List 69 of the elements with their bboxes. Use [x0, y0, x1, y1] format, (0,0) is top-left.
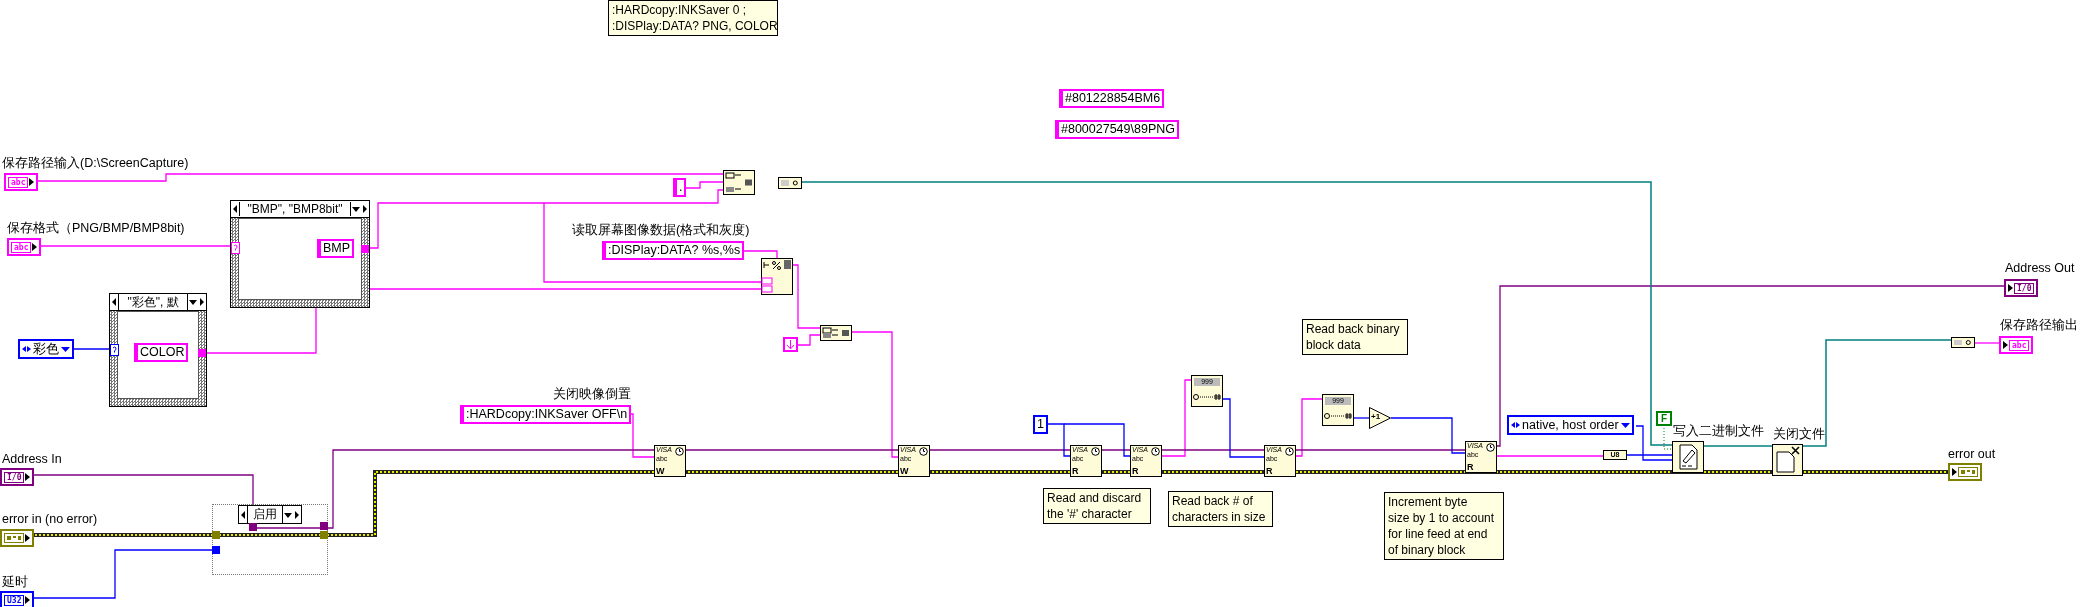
terminal[interactable]	[0, 529, 34, 547]
increment-arrows-icon[interactable]	[1511, 420, 1520, 430]
terminal[interactable]: I/0	[0, 468, 35, 486]
terminal-label: 保存路径输入(D:\ScreenCapture)	[2, 156, 189, 170]
enum-constant[interactable]: native, host order	[1507, 415, 1634, 435]
terminal-label: Address In	[2, 452, 62, 466]
terminal[interactable]: U32	[0, 591, 35, 607]
tunnel-icon	[198, 349, 206, 357]
terminal-label: 保存路径输出	[2000, 318, 2078, 332]
enum-constant[interactable]: 彩色	[18, 339, 74, 359]
close-file-node[interactable]	[1772, 444, 1803, 476]
boolean-constant: F	[1656, 411, 1673, 426]
string-constant: BMP	[317, 239, 355, 258]
case-selector[interactable]: "BMP", "BMP8bit"	[231, 201, 369, 218]
node-label: 读取屏幕图像数据(格式和灰度)	[572, 223, 750, 237]
numeric-constant: 1	[1033, 415, 1048, 434]
string-constant: COLOR	[134, 343, 189, 362]
comment-note: :HARDcopy:INKSaver 0 ; :DISPlay:DATA? PNG, COLOR	[608, 0, 778, 36]
cluster-icon	[1958, 467, 1978, 477]
string-constant: .	[673, 178, 687, 197]
string-constant: :DISPlay:DATA? %s,%s	[602, 241, 745, 260]
node-label: 关闭映像倒置	[553, 387, 631, 401]
format-string-node[interactable]	[761, 258, 793, 295]
tunnel-icon	[249, 523, 257, 531]
clock-icon	[1151, 447, 1160, 456]
triangle-icon	[1369, 407, 1391, 429]
case-selector[interactable]: "彩色", 默	[110, 294, 206, 311]
arrow-icon	[25, 596, 31, 604]
string-constant: :HARDcopy:INKSaver OFF\n	[460, 405, 632, 424]
dropdown-icon[interactable]	[1620, 420, 1630, 430]
clock-icon	[1486, 443, 1495, 452]
terminal-label: error out	[1948, 447, 1996, 461]
terminal-label: 延时	[2, 575, 28, 589]
comment-note: Increment byte size by 1 to account for line feed at end of binary block	[1384, 492, 1504, 560]
down-arrow-constant[interactable]	[783, 337, 798, 352]
structure-selector[interactable]: 启用	[238, 505, 302, 524]
string-constant: #800027549\89PNG	[1055, 120, 1179, 139]
comment-note: Read back # of characters in size	[1168, 491, 1273, 527]
comment-note: Read and discard the '#' character	[1043, 488, 1151, 524]
node-label: 写入二进制文件	[1673, 424, 1764, 438]
terminal[interactable]: I/0	[2004, 279, 2039, 297]
cluster-icon	[4, 533, 24, 543]
arrow-icon	[1952, 468, 1957, 476]
write-file-node[interactable]	[1672, 441, 1704, 473]
clock-icon	[919, 447, 928, 456]
arrow-icon	[32, 243, 38, 251]
clock-icon	[675, 447, 684, 456]
string-constant: #801228854BM6	[1059, 89, 1165, 108]
concatenate-node[interactable]	[723, 170, 755, 195]
terminal-label: error in (no error)	[2, 512, 98, 526]
tunnel-icon	[361, 245, 369, 253]
clock-icon	[1285, 447, 1294, 456]
comment-note: Read back binary block data	[1302, 319, 1408, 355]
conversion-node[interactable]	[1951, 337, 1975, 348]
increment-arrows-icon[interactable]	[22, 344, 31, 354]
arrow-icon	[2008, 284, 2013, 292]
concatenate-node[interactable]	[820, 325, 852, 341]
clock-icon	[1091, 447, 1100, 456]
terminal[interactable]	[1948, 463, 1982, 481]
terminal-label: Address Out	[2005, 261, 2075, 275]
arrow-icon	[25, 534, 30, 542]
terminal-label: 保存格式（PNG/BMP/BMP8bit)	[7, 221, 185, 235]
arrow-icon	[25, 473, 31, 481]
arrow-icon	[2003, 341, 2008, 349]
arrow-icon	[29, 178, 35, 186]
node-label: 关闭文件	[1773, 427, 1825, 441]
dropdown-icon[interactable]	[61, 344, 70, 354]
increment-node[interactable]: +1	[1369, 407, 1391, 429]
conversion-node[interactable]	[778, 177, 802, 189]
